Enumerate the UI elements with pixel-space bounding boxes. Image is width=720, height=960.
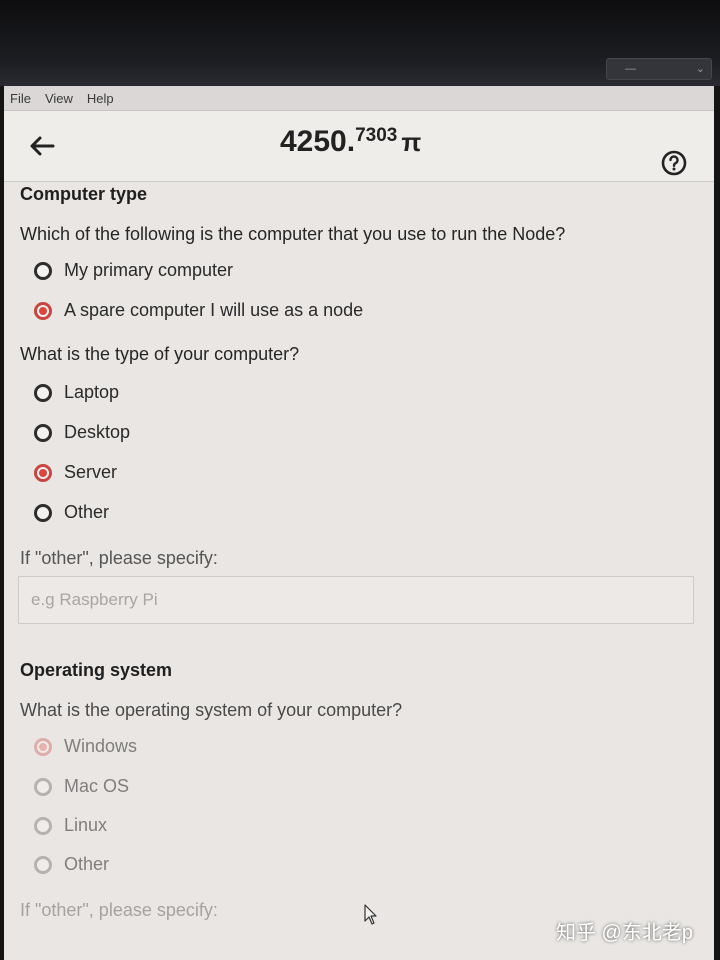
radio-label: Mac OS xyxy=(64,776,130,796)
radio-label: Other xyxy=(64,854,110,874)
menu-help[interactable]: Help xyxy=(87,91,114,106)
radio-label: Windows xyxy=(64,736,138,756)
balance-decimal: 7303 xyxy=(355,125,398,146)
radio-button[interactable] xyxy=(34,383,52,402)
menu-file[interactable]: File xyxy=(10,91,31,106)
radio-button[interactable] xyxy=(34,816,52,835)
section-title-computer-type: Computer type xyxy=(20,184,148,204)
radio-option-linux[interactable]: Linux xyxy=(34,815,107,836)
radio-button[interactable] xyxy=(34,261,52,280)
form-content: Computer type Which of the following is … xyxy=(4,182,714,960)
question-operating-system: What is the operating system of your com… xyxy=(20,700,403,720)
radio-button[interactable] xyxy=(34,503,52,522)
arrow-left-icon xyxy=(30,136,55,156)
radio-label: Desktop xyxy=(64,422,131,442)
chevron-down-icon: ⌄ xyxy=(695,63,705,75)
menu-bar: File View Help xyxy=(4,86,714,111)
question-circle-icon[interactable] xyxy=(660,149,688,177)
radio-option-server[interactable]: Server xyxy=(34,462,117,483)
pi-unit: π xyxy=(401,127,422,157)
radio-button[interactable] xyxy=(34,423,52,442)
radio-option-spare-computer[interactable]: A spare computer I will use as a node xyxy=(34,300,363,321)
radio-label: Linux xyxy=(64,815,108,835)
other-os-label: If "other", please specify: xyxy=(20,900,218,920)
app-window: File View Help 4250.7303 π Computer type … xyxy=(4,86,714,960)
window-dropdown[interactable]: — ⌄ xyxy=(606,58,712,80)
balance-display: 4250.7303 π xyxy=(280,125,421,159)
radio-label: Server xyxy=(64,462,118,482)
question-node-computer: Which of the following is the computer t… xyxy=(20,224,566,244)
radio-option-primary-computer[interactable]: My primary computer xyxy=(34,260,233,281)
back-button[interactable] xyxy=(24,129,60,163)
balance-integer: 4250. xyxy=(280,125,356,158)
radio-label: My primary computer xyxy=(64,260,234,280)
question-computer-type: What is the type of your computer? xyxy=(20,344,300,364)
section-title-operating-system: Operating system xyxy=(20,660,173,680)
radio-label: Other xyxy=(64,502,110,522)
other-computer-input[interactable] xyxy=(18,576,694,624)
radio-button-selected[interactable] xyxy=(34,463,52,482)
radio-label: Laptop xyxy=(64,382,120,402)
radio-button-selected[interactable] xyxy=(34,737,52,756)
menu-view[interactable]: View xyxy=(45,91,73,106)
radio-button[interactable] xyxy=(34,777,52,796)
radio-option-laptop[interactable]: Laptop xyxy=(34,382,119,403)
radio-option-windows[interactable]: Windows xyxy=(34,736,137,757)
radio-button[interactable] xyxy=(34,855,52,874)
radio-option-desktop[interactable]: Desktop xyxy=(34,422,130,443)
other-computer-label: If "other", please specify: xyxy=(20,548,218,568)
radio-label: A spare computer I will use as a node xyxy=(64,300,364,320)
app-header: 4250.7303 π xyxy=(4,111,714,182)
radio-option-other[interactable]: Other xyxy=(34,502,109,523)
radio-option-macos[interactable]: Mac OS xyxy=(34,776,129,797)
mouse-pointer-icon xyxy=(364,904,377,925)
window-dropdown-dash: — xyxy=(625,63,636,75)
radio-option-os-other[interactable]: Other xyxy=(34,854,109,875)
watermark-text: 知乎 @东北老p xyxy=(556,922,693,944)
radio-button-selected[interactable] xyxy=(34,301,52,320)
